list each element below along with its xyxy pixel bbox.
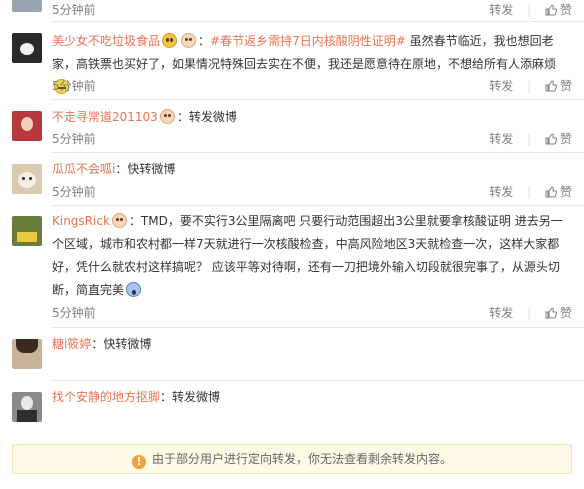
username-link[interactable]: KingsRick: [52, 214, 110, 228]
comment-meta: 5分钟前 转发 | 赞: [52, 0, 572, 20]
avatar[interactable]: [12, 392, 42, 422]
face-emoji: [159, 109, 175, 124]
username-link[interactable]: 不走寻常道201103: [52, 110, 158, 124]
comment-time: 5分钟前: [52, 79, 96, 93]
thumb-up-icon: [545, 80, 557, 92]
notice-text: 由于部分用户进行定向转发，你无法查看剩余转发内容。: [151, 452, 452, 466]
scream-emoji: [126, 282, 142, 297]
like-label: 赞: [559, 79, 572, 93]
like-button[interactable]: 赞: [545, 185, 572, 199]
thumb-up-icon: [545, 186, 557, 198]
comment-meta: 5分钟前 转发 | 赞: [52, 76, 572, 96]
comment-text: 糖i筱婷：快转微博: [52, 337, 152, 351]
comment-text: 瓜瓜不会呱i：快转微博: [52, 162, 176, 176]
username-link[interactable]: 美少女不吃垃圾食品: [52, 34, 160, 48]
divider: [52, 99, 584, 100]
comment-text: 不走寻常道201103 ：转发微博: [52, 109, 237, 124]
comment-meta: 5分钟前 转发 | 赞: [52, 303, 572, 323]
like-label: 赞: [559, 3, 572, 17]
face-emoji: [111, 213, 127, 228]
comment-time: 5分钟前: [52, 185, 96, 199]
username-link[interactable]: 糖i筱婷: [52, 337, 91, 351]
repost-button[interactable]: 转发: [489, 132, 513, 146]
like-label: 赞: [559, 185, 572, 199]
thumb-up-icon: [545, 133, 557, 145]
repost-button[interactable]: 转发: [489, 3, 513, 17]
divider: |: [527, 306, 532, 320]
divider: [52, 21, 584, 22]
hashtag-link[interactable]: #春节返乡需持7日内核酸阴性证明#: [210, 34, 406, 48]
repost-button[interactable]: 转发: [489, 79, 513, 93]
comment-time: 5分钟前: [52, 3, 96, 17]
face-emoji: [181, 33, 197, 48]
username-link[interactable]: 瓜瓜不会呱i: [52, 162, 115, 176]
avatar[interactable]: [12, 111, 42, 141]
comment-text: KingsRick ：TMD，要不实行3公里隔离吧 只要行动范围超出3公里就要拿核…: [52, 213, 563, 297]
divider: |: [527, 3, 532, 17]
comment-meta: 5分钟前 转发 | 赞: [52, 129, 572, 149]
divider: |: [527, 185, 532, 199]
avatar[interactable]: [12, 0, 42, 12]
divider: [52, 152, 584, 153]
comment-body: 快转微博: [127, 162, 176, 176]
divider: |: [527, 79, 532, 93]
comment-body: 转发微博: [188, 110, 237, 124]
avatar[interactable]: [12, 33, 42, 63]
repost-button[interactable]: 转发: [489, 185, 513, 199]
avatar[interactable]: [12, 164, 42, 194]
username-link[interactable]: 找个安静的地方抠脚: [52, 390, 160, 404]
restricted-repost-notice: ! 由于部分用户进行定向转发，你无法查看剩余转发内容。: [12, 444, 572, 474]
comment-time: 5分钟前: [52, 132, 96, 146]
repost-button[interactable]: 转发: [489, 306, 513, 320]
avatar[interactable]: [12, 216, 42, 246]
divider: |: [527, 132, 532, 146]
divider: [52, 380, 584, 381]
like-label: 赞: [559, 306, 572, 320]
thumb-up-icon: [545, 4, 557, 16]
warning-icon: !: [131, 455, 146, 469]
divider: [52, 327, 584, 328]
like-button[interactable]: 赞: [545, 3, 572, 17]
like-button[interactable]: 赞: [545, 132, 572, 146]
divider: [52, 205, 584, 206]
like-label: 赞: [559, 132, 572, 146]
comment-body: 转发微博: [172, 390, 221, 404]
avatar[interactable]: [12, 339, 42, 369]
comment-body: 快转微博: [103, 337, 152, 351]
comment-meta: 5分钟前 转发 | 赞: [52, 182, 572, 202]
like-button[interactable]: 赞: [545, 79, 572, 93]
like-button[interactable]: 赞: [545, 306, 572, 320]
comment-time: 5分钟前: [52, 306, 96, 320]
sad-face-emoji: [162, 33, 178, 48]
thumb-up-icon: [545, 307, 557, 319]
comment-text: 找个安静的地方抠脚：转发微博: [52, 390, 221, 404]
